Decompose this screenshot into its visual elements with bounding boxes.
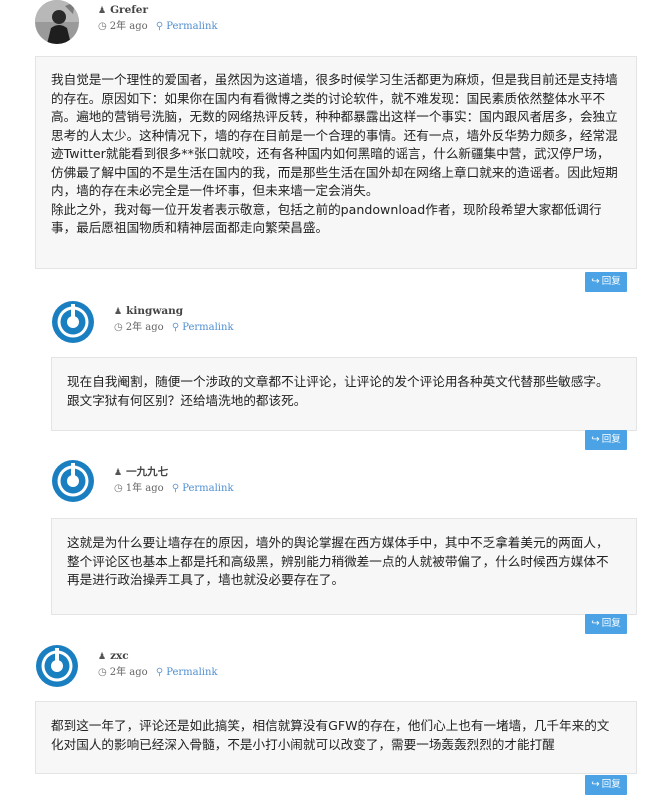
comment-body: 我自觉是一个理性的爱国者，虽然因为这道墙，很多时候学习生活都更为麻烦，但是我目前… xyxy=(35,56,637,269)
link-icon: ⚲ xyxy=(171,483,180,494)
permalink-link[interactable]: Permalink xyxy=(166,667,217,678)
comment-body: 这就是为什么要让墙存在的原因，墙外的舆论掌握在西方媒体手中，其中不乏拿着美元的两… xyxy=(51,518,637,615)
avatar[interactable] xyxy=(51,300,95,344)
comment-paragraph: 都到这一年了，评论还是如此搞笑，相信就算没有GFW的存在，他们心上也有一堵墙，几… xyxy=(51,718,610,752)
reply-label: 回复 xyxy=(601,618,621,629)
reply-icon: ↪ xyxy=(591,434,600,445)
comment-time: 2年 ago xyxy=(109,21,148,32)
comment-body: 现在自我阉割，随便一个涉政的文章都不让评论，让评论的发个评论用各种英文代替那些敏… xyxy=(51,357,637,431)
comment-body: 都到这一年了，评论还是如此搞笑，相信就算没有GFW的存在，他们心上也有一堵墙，几… xyxy=(35,701,637,774)
author-name: zxc xyxy=(110,650,129,662)
user-photo-icon xyxy=(35,0,79,44)
comment-author: ♟ 一九九七 xyxy=(114,466,234,480)
comment-paragraph: 现在自我阉割，随便一个涉政的文章都不让评论，让评论的发个评论用各种英文代替那些敏… xyxy=(67,374,609,408)
comment-time: 1年 ago xyxy=(125,483,164,494)
reply-icon: ↪ xyxy=(591,779,600,790)
user-icon: ♟ xyxy=(114,468,123,478)
reply-icon: ↪ xyxy=(591,276,600,287)
comment-time: 2年 ago xyxy=(125,322,164,333)
avatar[interactable] xyxy=(35,644,79,688)
reply-button[interactable]: ↪ 回复 xyxy=(585,272,627,292)
reply-button[interactable]: ↪ 回复 xyxy=(585,430,627,450)
comment-author: ♟ Grefer xyxy=(98,4,218,18)
author-name: 一九九七 xyxy=(126,466,169,478)
link-icon: ⚲ xyxy=(155,21,164,32)
user-icon: ♟ xyxy=(114,307,123,317)
comment-paragraph: 除此之外，我对每一位开发者表示敬意，包括之前的pandownload作者，现阶段… xyxy=(51,201,602,236)
comment-author: ♟ kingwang xyxy=(114,305,234,319)
comment-paragraph: 这就是为什么要让墙存在的原因，墙外的舆论掌握在西方媒体手中，其中不乏拿着美元的两… xyxy=(67,535,609,587)
reply-button[interactable]: ↪ 回复 xyxy=(585,775,627,795)
comment: ♟ zxc ◷ 2年 ago ⚲ Permalink 都到这一年了，评论还是如此搞笑，… xyxy=(0,640,649,800)
avatar[interactable] xyxy=(51,459,95,503)
clock-icon: ◷ xyxy=(98,21,107,32)
author-name: kingwang xyxy=(126,305,184,317)
reply-icon: ↪ xyxy=(591,618,600,629)
reply-label: 回复 xyxy=(601,434,621,445)
comment: ♟ kingwang ◷ 2年 ago ⚲ Permalink 现在自我阉割，随便一个… xyxy=(0,295,649,455)
comment-author: ♟ zxc xyxy=(98,650,218,664)
wordpress-logo-icon xyxy=(36,645,78,687)
link-icon: ⚲ xyxy=(171,322,180,333)
user-icon: ♟ xyxy=(98,652,107,662)
comment-paragraph: 我自觉是一个理性的爱国者，虽然因为这道墙，很多时候学习生活都更为麻烦，但是我目前… xyxy=(51,72,618,198)
link-icon: ⚲ xyxy=(155,667,164,678)
permalink-link[interactable]: Permalink xyxy=(182,483,233,494)
comment: ♟ 一九九七 ◷ 1年 ago ⚲ Permalink 这就是为什么要让墙存在的原因，… xyxy=(0,455,649,640)
comment-time: 2年 ago xyxy=(109,667,148,678)
wordpress-logo-icon xyxy=(52,301,94,343)
comment: ♟ Grefer ◷ 2年 ago ⚲ Permalink 我自觉是一个理性的爱国者，… xyxy=(0,0,649,295)
reply-label: 回复 xyxy=(601,276,621,287)
reply-label: 回复 xyxy=(601,779,621,790)
clock-icon: ◷ xyxy=(98,667,107,678)
permalink-link[interactable]: Permalink xyxy=(166,21,217,32)
clock-icon: ◷ xyxy=(114,322,123,333)
author-name: Grefer xyxy=(110,4,148,16)
permalink-link[interactable]: Permalink xyxy=(182,322,233,333)
reply-button[interactable]: ↪ 回复 xyxy=(585,614,627,634)
user-icon: ♟ xyxy=(98,6,107,16)
clock-icon: ◷ xyxy=(114,483,123,494)
avatar[interactable] xyxy=(35,0,79,44)
wordpress-logo-icon xyxy=(52,460,94,502)
